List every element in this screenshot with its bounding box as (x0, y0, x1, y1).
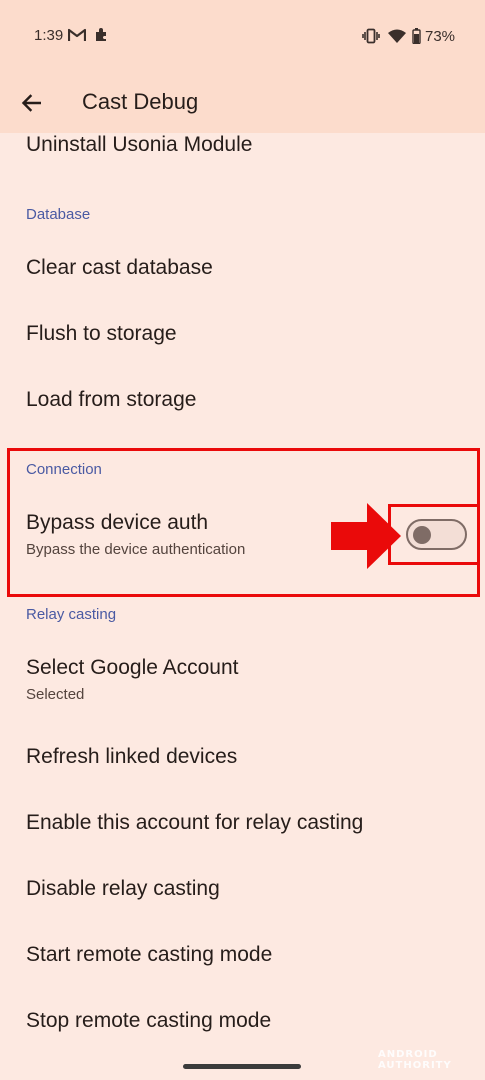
puzzle-icon (96, 28, 106, 41)
section-header-relay-casting: Relay casting (26, 606, 117, 623)
watermark: ANDROID AUTHORITY (378, 1049, 452, 1071)
list-item-load-from-storage[interactable]: Load from storage (26, 388, 196, 412)
app-bar: Cast Debug (0, 72, 485, 133)
section-header-database: Database (26, 206, 91, 223)
list-item-clear-cast-database[interactable]: Clear cast database (26, 256, 213, 280)
status-time: 1:39 (34, 27, 64, 44)
vibrate-icon (362, 28, 380, 44)
list-item-start-remote-casting[interactable]: Start remote casting mode (26, 943, 272, 967)
list-item-stop-remote-casting[interactable]: Stop remote casting mode (26, 1009, 271, 1033)
top-bar: 1:39 73% Cast Debug (0, 0, 485, 133)
list-item-select-google-account[interactable]: Select Google Account (26, 656, 238, 680)
select-google-account-summary: Selected (26, 686, 85, 703)
arrow-back-icon (21, 94, 41, 112)
list-item-enable-relay-casting[interactable]: Enable this account for relay casting (26, 811, 363, 835)
page-title: Cast Debug (82, 89, 199, 114)
status-right-group: 73% (362, 26, 455, 46)
battery-icon (412, 28, 421, 44)
red-arrow-icon (331, 503, 401, 569)
list-item-refresh-linked-devices[interactable]: Refresh linked devices (26, 745, 237, 769)
list-item-flush-to-storage[interactable]: Flush to storage (26, 322, 177, 346)
wifi-icon (388, 29, 406, 43)
list-item-uninstall-usonia[interactable]: Uninstall Usonia Module (26, 133, 252, 157)
highlight-box-toggle (388, 504, 480, 565)
gesture-bar[interactable] (183, 1064, 301, 1069)
back-button[interactable] (14, 86, 48, 120)
status-bar: 1:39 73% (0, 0, 485, 72)
gmail-icon (68, 28, 86, 41)
screen: 1:39 73% Cast Debug Uninstall Usonia Mod… (0, 0, 485, 1080)
battery-percent: 73% (425, 27, 456, 45)
list-item-disable-relay-casting[interactable]: Disable relay casting (26, 877, 220, 901)
